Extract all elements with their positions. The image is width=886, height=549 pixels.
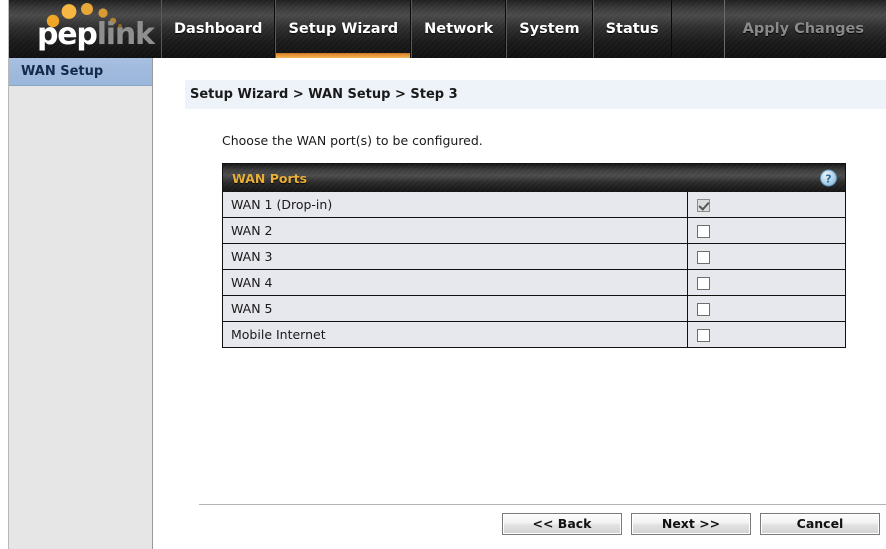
footer-divider — [199, 504, 886, 505]
cancel-button[interactable]: Cancel — [760, 513, 880, 535]
wan-port-checkbox-cell — [687, 217, 845, 244]
wan-port-label: WAN 1 (Drop-in) — [231, 197, 333, 212]
breadcrumb: Setup Wizard > WAN Setup > Step 3 — [185, 80, 886, 109]
table-row: Mobile Internet — [223, 321, 845, 347]
wan-port-label: WAN 5 — [223, 295, 688, 322]
help-icon[interactable]: ? — [820, 169, 837, 187]
panel-title: WAN Ports — [232, 170, 308, 186]
sidebar: WAN Setup — [9, 58, 153, 549]
peplink-logo[interactable]: peplink — [31, 2, 161, 58]
table-row: WAN 4 — [223, 269, 845, 296]
wan-port-checkbox-cell — [687, 295, 845, 322]
table-row: WAN 5 — [223, 295, 845, 322]
wan-port-checkbox-cell — [687, 243, 845, 270]
wan-port-label: WAN 3 — [223, 243, 688, 270]
nav-tab-setup-wizard[interactable]: Setup Wizard — [275, 0, 412, 58]
nav-tab-system[interactable]: System — [506, 0, 593, 58]
footer-button-group: << Back Next >> Cancel — [502, 513, 880, 535]
wan-ports-panel-header: WAN Ports ? — [223, 164, 845, 192]
wan-port-checkbox-cell — [687, 192, 845, 218]
wan-port-checkbox-wan3[interactable] — [697, 251, 710, 264]
table-row: WAN 3 — [223, 243, 845, 270]
instruction-text: Choose the WAN port(s) to be configured. — [222, 133, 483, 148]
wan-port-checkbox-wan5[interactable] — [697, 303, 710, 316]
wan-port-checkbox-wan1 — [697, 199, 710, 212]
wan-port-label: Mobile Internet — [223, 321, 688, 347]
app-root: peplink Dashboard Setup Wizard Network S… — [0, 0, 886, 549]
top-header-bar: peplink Dashboard Setup Wizard Network S… — [9, 0, 886, 58]
table-row: WAN 2 — [223, 217, 845, 244]
logo-text-pep: pep — [37, 17, 98, 52]
wan-ports-table: WAN 1 (Drop-in) WAN 2 WAN 3 WAN 4 WAN 5 … — [223, 192, 845, 347]
wan-port-label: WAN 4 — [223, 269, 688, 296]
nav-tab-dashboard[interactable]: Dashboard — [161, 0, 276, 58]
logo-text-link: link — [96, 17, 155, 52]
wan-port-checkbox-mobile-internet[interactable] — [697, 329, 710, 342]
nav-tab-network[interactable]: Network — [411, 0, 507, 58]
apply-changes-button[interactable]: Apply Changes — [723, 0, 878, 58]
wan-port-checkbox-cell — [687, 321, 845, 347]
main-navigation: Dashboard Setup Wizard Network System St… — [161, 0, 672, 58]
next-button[interactable]: Next >> — [631, 513, 751, 535]
wan-port-checkbox-cell — [687, 269, 845, 296]
wan-ports-panel: WAN Ports ? WAN 1 (Drop-in) WAN 2 WAN 3 … — [222, 163, 846, 348]
logo-wordmark: peplink — [37, 17, 155, 52]
back-button[interactable]: << Back — [502, 513, 622, 535]
table-row: WAN 1 (Drop-in) — [223, 192, 845, 218]
main-content: Setup Wizard > WAN Setup > Step 3 Choose… — [154, 58, 886, 549]
wan-port-checkbox-wan4[interactable] — [697, 277, 710, 290]
wan-port-label: WAN 2 — [223, 217, 688, 244]
sidebar-item-wan-setup[interactable]: WAN Setup — [9, 58, 152, 86]
nav-tab-status[interactable]: Status — [592, 0, 672, 58]
wan-port-checkbox-wan2[interactable] — [697, 225, 710, 238]
